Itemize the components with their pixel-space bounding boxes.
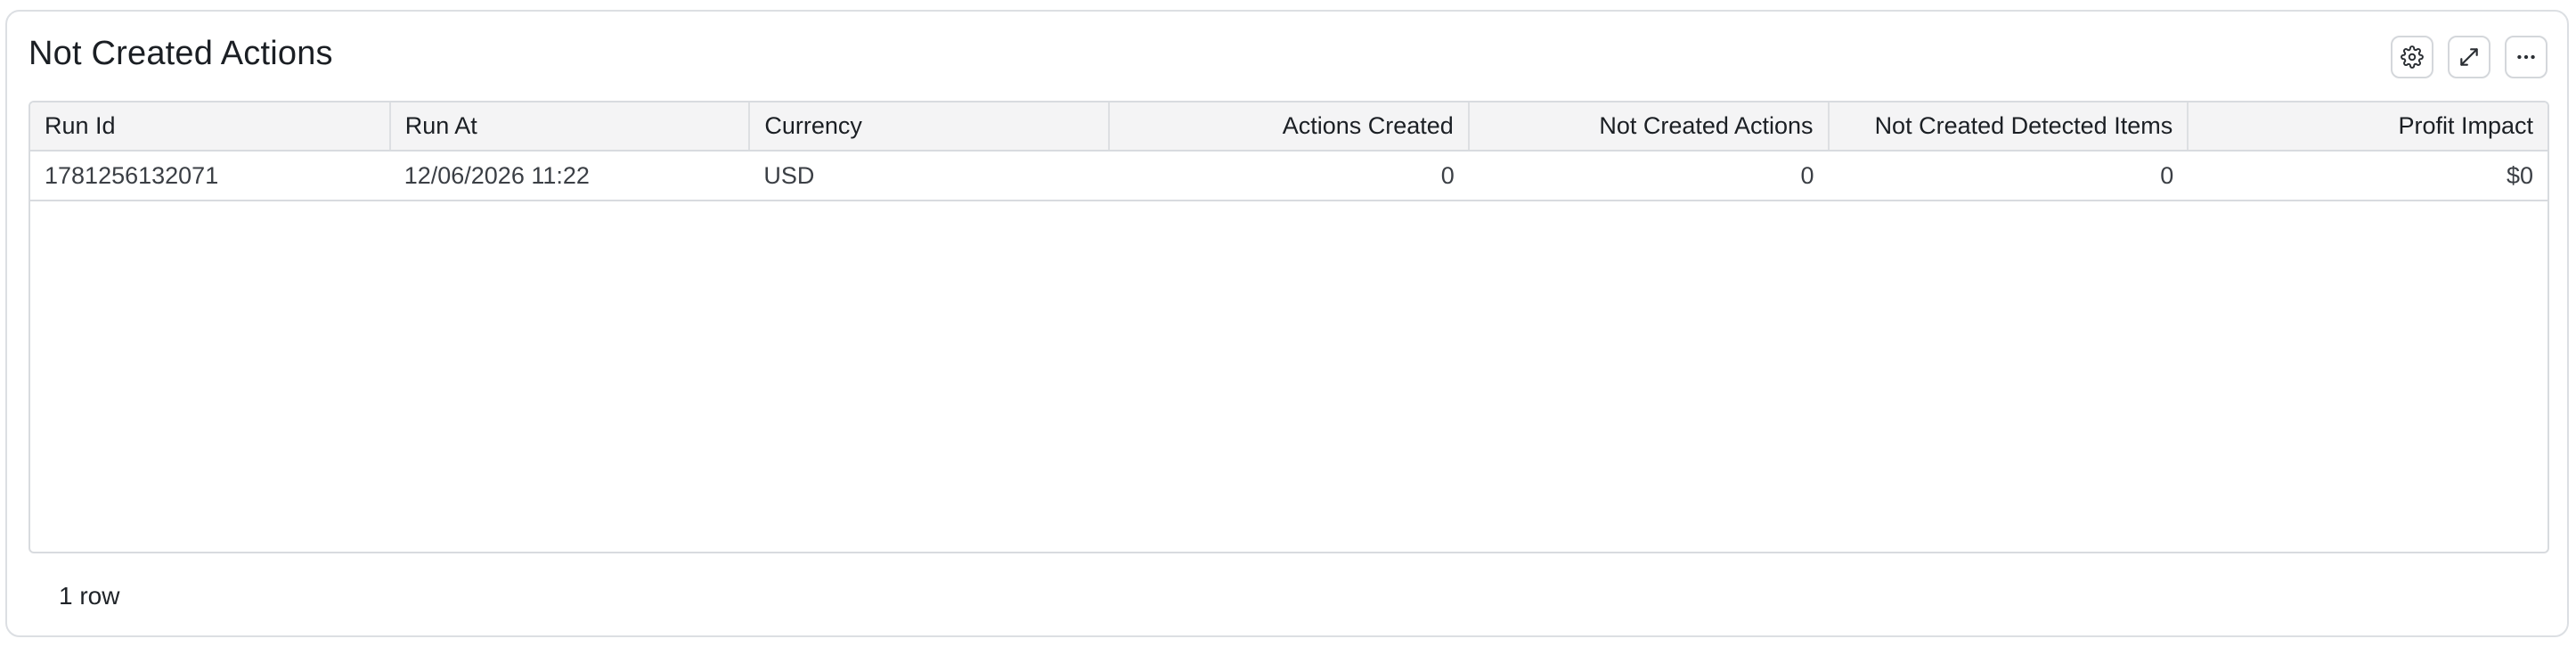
not-created-actions-card: Not Created Actions Run Id Run At Curren… [5, 10, 2569, 637]
gear-icon [2401, 45, 2424, 69]
cell-currency: USD [749, 151, 1110, 201]
cell-run-at: 12/06/2026 11:22 [389, 151, 750, 201]
cell-not-created-actions: 0 [1468, 151, 1829, 201]
more-options-button[interactable] [2505, 36, 2547, 78]
card-title: Not Created Actions [29, 35, 333, 72]
column-header-actions-created[interactable]: Actions Created [1109, 102, 1470, 152]
cell-actions-created: 0 [1109, 151, 1469, 201]
cell-profit-impact: $0 [2188, 151, 2547, 201]
expand-button[interactable] [2448, 36, 2490, 78]
column-header-not-created-detected-items[interactable]: Not Created Detected Items [1828, 102, 2189, 152]
row-count-label: 1 row [59, 582, 120, 610]
column-header-run-at[interactable]: Run At [389, 102, 751, 152]
card-toolbar [2391, 36, 2547, 78]
results-table-container: Run Id Run At Currency Actions Created N… [29, 101, 2549, 553]
expand-icon [2458, 45, 2481, 69]
table-header-row: Run Id Run At Currency Actions Created N… [30, 102, 2547, 152]
cell-not-created-detected-items: 0 [1828, 151, 2189, 201]
column-header-not-created-actions[interactable]: Not Created Actions [1468, 102, 1830, 152]
column-header-currency[interactable]: Currency [749, 102, 1111, 152]
results-table: Run Id Run At Currency Actions Created N… [30, 102, 2547, 201]
cell-run-id: 1781256132071 [30, 151, 390, 201]
table-row[interactable]: 1781256132071 12/06/2026 11:22 USD 0 0 0… [30, 151, 2547, 201]
column-header-run-id[interactable]: Run Id [30, 102, 391, 152]
column-header-profit-impact[interactable]: Profit Impact [2188, 102, 2547, 152]
more-horizontal-icon [2515, 45, 2538, 69]
settings-button[interactable] [2391, 36, 2433, 78]
